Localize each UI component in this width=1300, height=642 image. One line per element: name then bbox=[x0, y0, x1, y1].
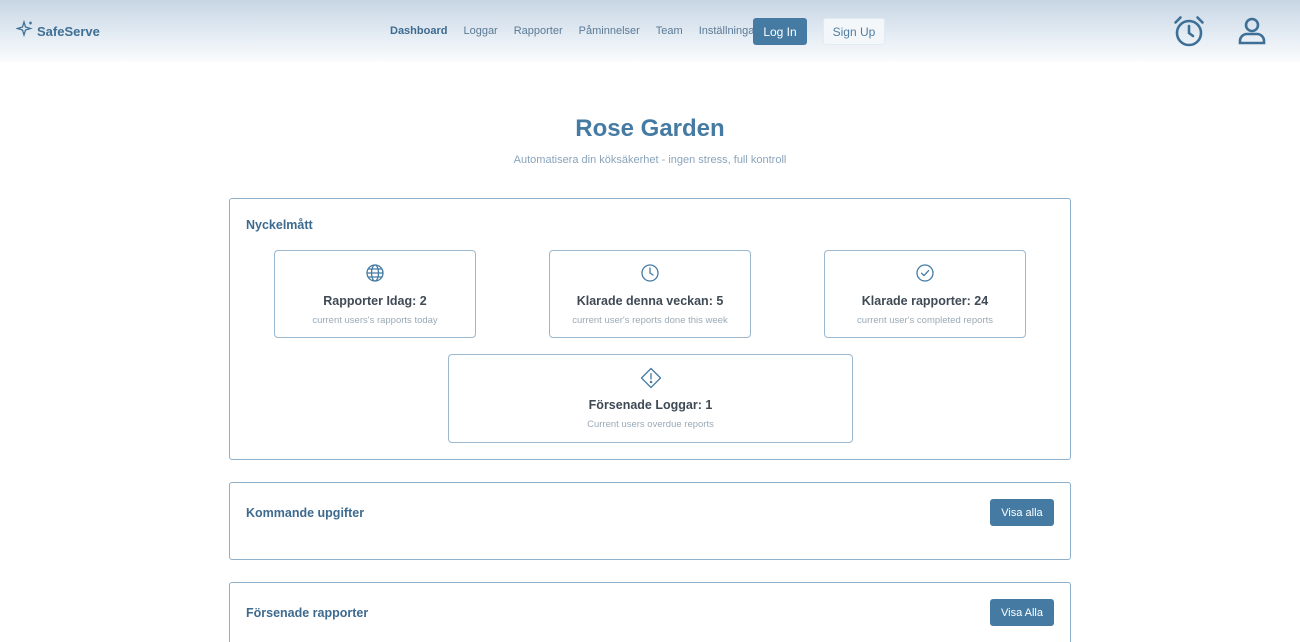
nav-link-loggar[interactable]: Loggar bbox=[463, 25, 497, 37]
brand-logo[interactable]: SafeServe bbox=[15, 19, 100, 43]
metric-card-subtitle: current user's completed reports bbox=[857, 315, 993, 326]
metric-card-title: Försenade Loggar: 1 bbox=[588, 398, 713, 412]
warning-diamond-icon bbox=[449, 367, 852, 389]
check-circle-icon bbox=[825, 263, 1025, 283]
view-all-overdue-button[interactable]: Visa Alla bbox=[990, 599, 1054, 626]
sparkle-icon bbox=[15, 19, 34, 43]
nav-link-dashboard[interactable]: Dashboard bbox=[390, 25, 447, 37]
metric-card-completed-reports: Klarade rapporter: 24 current user's com… bbox=[824, 250, 1026, 338]
globe-icon bbox=[275, 263, 475, 283]
upcoming-tasks-title: Kommande upgifter bbox=[246, 506, 365, 520]
metric-card-title: Klarade rapporter: 24 bbox=[861, 294, 989, 308]
overdue-reports-title: Försenade rapporter bbox=[246, 606, 369, 620]
top-navbar: SafeServe Dashboard Loggar Rapporter Påm… bbox=[0, 0, 1300, 62]
brand-name: SafeServe bbox=[37, 24, 100, 39]
nav-link-paminnelser[interactable]: Påminnelser bbox=[579, 25, 640, 37]
user-icon[interactable] bbox=[1237, 16, 1267, 51]
clock-icon bbox=[550, 263, 750, 283]
metric-card-subtitle: Current users overdue reports bbox=[587, 419, 714, 430]
metric-card-subtitle: current users's rapports today bbox=[312, 315, 438, 326]
alarm-clock-icon[interactable] bbox=[1172, 14, 1206, 53]
overdue-reports-panel: Försenade rapporter Visa Alla bbox=[229, 582, 1071, 642]
metric-card-overdue-logs: Försenade Loggar: 1 Current users overdu… bbox=[448, 354, 853, 443]
nav-link-installningar[interactable]: Inställningar bbox=[699, 25, 758, 37]
page-subtitle: Automatisera din köksäkerhet - ingen str… bbox=[513, 154, 787, 166]
metric-card-reports-today: Rapporter Idag: 2 current users's rappor… bbox=[274, 250, 476, 338]
metric-card-title: Klarade denna veckan: 5 bbox=[576, 294, 724, 308]
upcoming-tasks-panel: Kommande upgifter Visa alla bbox=[229, 482, 1071, 560]
metrics-title: Nyckelmått bbox=[246, 218, 313, 232]
nav-link-team[interactable]: Team bbox=[656, 25, 683, 37]
metric-card-done-this-week: Klarade denna veckan: 5 current user's r… bbox=[549, 250, 751, 338]
page-title: Rose Garden bbox=[575, 115, 725, 142]
metric-card-subtitle: current user's reports done this week bbox=[572, 315, 728, 326]
main-nav: Dashboard Loggar Rapporter Påminnelser T… bbox=[390, 0, 774, 62]
view-all-upcoming-button[interactable]: Visa alla bbox=[990, 499, 1054, 526]
signup-button[interactable]: Sign Up bbox=[823, 18, 885, 45]
metric-card-title: Rapporter Idag: 2 bbox=[323, 294, 427, 308]
metrics-panel: Nyckelmått Rapporter Idag: 2 current use… bbox=[229, 198, 1071, 460]
login-button[interactable]: Log In bbox=[753, 18, 807, 45]
nav-link-rapporter[interactable]: Rapporter bbox=[514, 25, 563, 37]
